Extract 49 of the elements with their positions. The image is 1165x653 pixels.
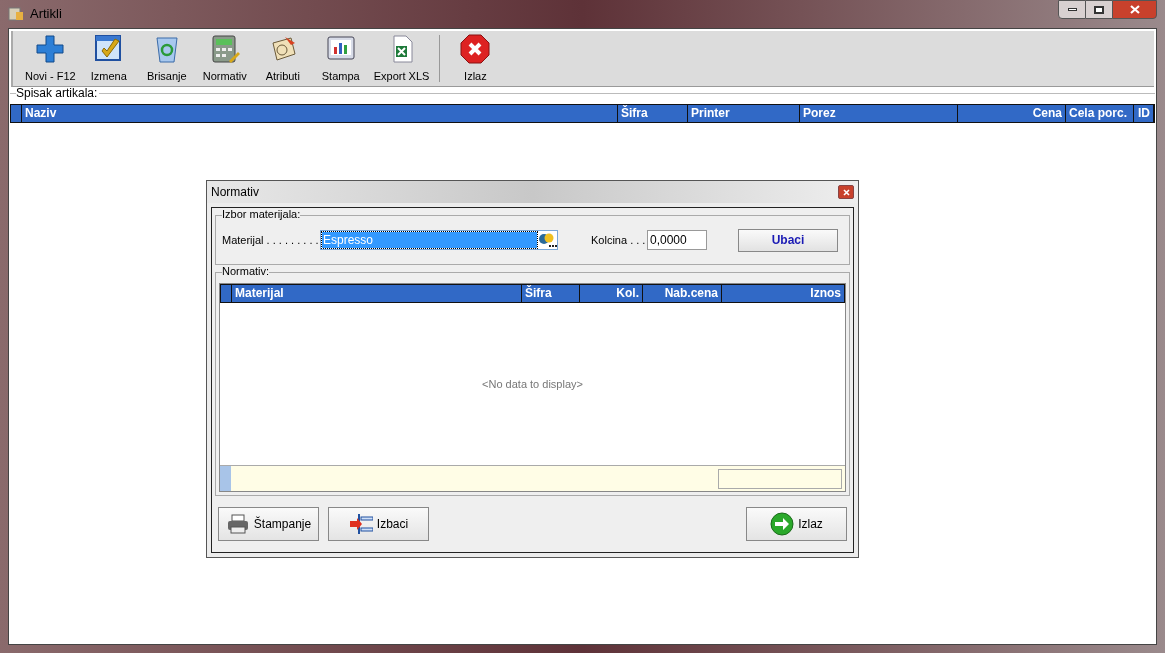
toolbar-button[interactable]: Stampa [311,31,370,86]
group-label: Spisak artikala: [16,87,100,99]
maximize-icon [1094,5,1104,14]
column-header[interactable]: Cela porc. [1066,105,1134,122]
remove-button[interactable]: Izbaci [328,507,429,541]
group-label: Normativ: [222,265,270,277]
close-button[interactable] [1112,0,1157,19]
minimize-icon [1067,8,1077,11]
add-button[interactable]: Ubaci [738,228,838,252]
app-icon [8,6,24,22]
close-button[interactable] [838,185,854,199]
column-header[interactable]: Šifra [618,105,688,122]
close-icon [842,188,850,196]
column-header[interactable]: Naziv [22,105,618,122]
row-indicator [220,466,231,491]
plus-icon [34,32,67,65]
close-icon [459,32,492,65]
field-value: Espresso [322,232,537,248]
printer-icon [225,512,250,536]
column-header[interactable]: Kol. [580,285,643,302]
minimize-button[interactable] [1058,0,1086,19]
group-label: Izbor materijala: [222,208,301,220]
dialog-title: Normativ [211,184,259,201]
maximize-button[interactable] [1086,0,1112,19]
close-icon [1129,5,1140,14]
window-title: Artikli [30,5,62,24]
toolbar-button[interactable]: Atributi [253,31,312,86]
quantity-field[interactable]: 0,0000 [647,230,707,250]
column-header[interactable]: Materijal [232,285,522,302]
column-header[interactable]: Cena [958,105,1066,122]
toolbar-button[interactable]: Novi - F12 [21,31,80,86]
column-header[interactable]: Šifra [522,285,580,302]
exit-button[interactable]: Izlaz [746,507,847,541]
column-header[interactable]: ID [1134,105,1154,122]
print-button[interactable]: Štampanje [218,507,319,541]
toolbar-button[interactable]: Izmena [79,31,138,86]
column-header[interactable]: Iznos [722,285,844,302]
empty-message: <No data to display> [482,376,583,392]
arrow-list-icon [348,512,373,536]
column-header[interactable]: Porez [800,105,958,122]
field-label: Materijal . . . . . . . . . [222,232,320,248]
toolbar-button[interactable]: Normativ [195,31,254,86]
lookup-icon[interactable] [537,232,557,248]
toolbar-button[interactable]: Izlaz [446,31,505,86]
field-label: Kolcina . . . [591,232,647,248]
toolbar-button[interactable]: Export XLS [369,31,434,86]
column-header[interactable]: Nab.cena [643,285,722,302]
column-header[interactable]: Printer [688,105,800,122]
toolbar-button[interactable]: Brisanje [137,31,196,86]
